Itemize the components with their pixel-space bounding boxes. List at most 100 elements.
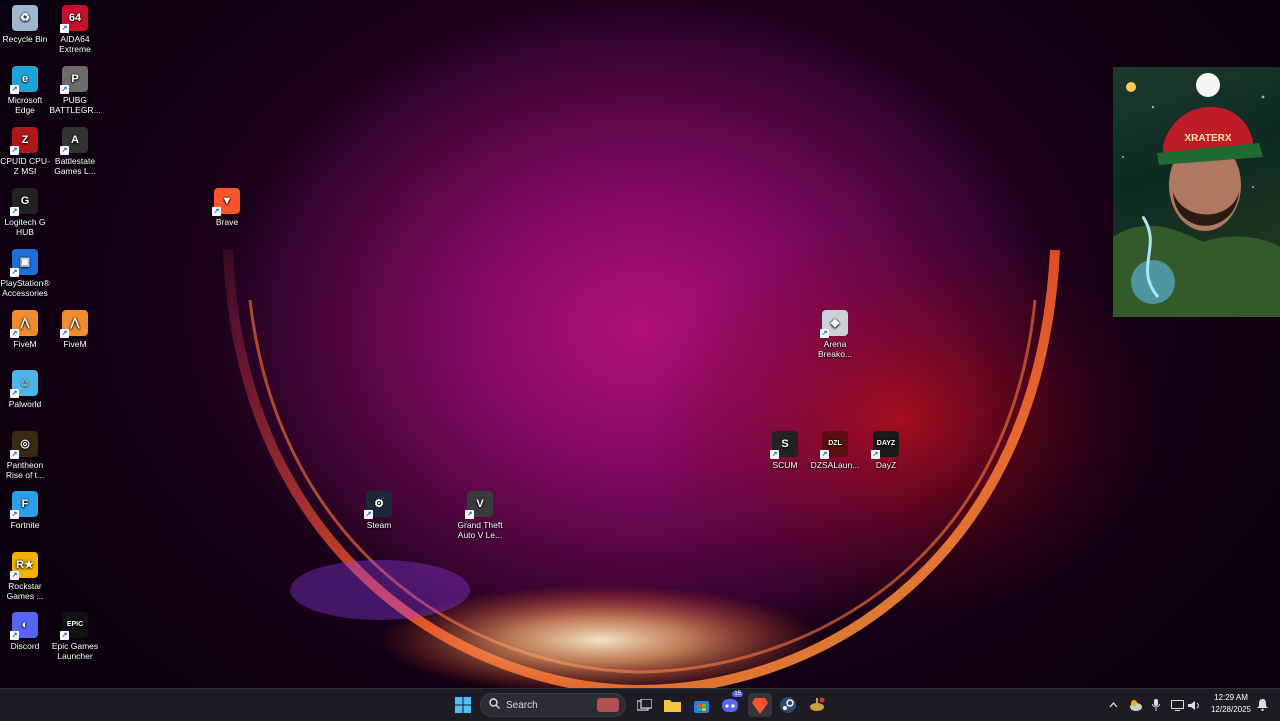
clock[interactable]: 12:29 AM 12/28/2025 [1206, 692, 1256, 716]
desktop-icon-label: SCUM [772, 460, 798, 470]
desktop-icon[interactable]: A ↗ Battlestate Games L... [48, 127, 102, 176]
search-box[interactable]: Search [480, 693, 626, 717]
shortcut-arrow-icon: ↗ [820, 450, 829, 459]
desktop-icon[interactable]: P ↗ PUBG BATTLEGR... [48, 66, 102, 115]
dayz-icon: DAYZ ↗ [871, 431, 899, 459]
desktop-icon-label: Arena Breako... [817, 339, 853, 359]
search-highlight-icon [597, 698, 619, 712]
desktop-icon[interactable]: ⚙ ↗ Steam [352, 491, 406, 530]
desktop-icon-label: Steam [366, 520, 392, 530]
cap-text: XRATERX [1184, 133, 1231, 144]
logitech-icon: G ↗ [10, 188, 38, 216]
microphone-icon[interactable] [1149, 693, 1163, 717]
shortcut-arrow-icon: ↗ [364, 510, 373, 519]
desktop-icon[interactable]: ⋀ ↗ FiveM [0, 310, 52, 349]
shortcut-arrow-icon: ↗ [10, 450, 19, 459]
desktop-icon[interactable]: G ↗ Logitech G HUB [0, 188, 52, 237]
desktop-icon[interactable]: ▣ ↗ PlayStation® Accessories [0, 249, 52, 298]
recycle-bin-icon: ♻ [12, 5, 38, 31]
desktop-icon[interactable]: V ↗ Grand Theft Auto V Le... [453, 491, 507, 540]
desktop-icon[interactable]: Z ↗ CPUID CPU-Z MSI [0, 127, 52, 176]
desktop-icon[interactable]: ◐ ↗ Discord [0, 612, 52, 651]
desktop-icon-label: Pantheon Rise of t... [5, 460, 45, 480]
desktop-icon[interactable]: ▼ ↗ Brave [200, 188, 254, 227]
discord-taskbar-icon[interactable]: 15 [719, 691, 743, 717]
steam-taskbar-icon[interactable] [777, 693, 799, 717]
battlestate-icon: A ↗ [60, 127, 88, 155]
desktop-icon-label: Rockstar Games ... [6, 581, 44, 601]
notification-badge: 15 [732, 691, 743, 697]
shortcut-arrow-icon: ↗ [10, 85, 19, 94]
arena-breakout-icon: ◆ ↗ [820, 310, 848, 338]
desktop-icon-label: Logitech G HUB [4, 217, 46, 237]
fortnite-icon: F ↗ [10, 491, 38, 519]
pantheon-icon: ◎ ↗ [10, 431, 38, 459]
task-view-icon[interactable] [633, 693, 655, 717]
shortcut-arrow-icon: ↗ [60, 631, 69, 640]
pubg-icon: P ↗ [60, 66, 88, 94]
shortcut-arrow-icon: ↗ [10, 146, 19, 155]
chevron-up-icon[interactable] [1106, 693, 1120, 717]
fivem-icon: ⋀ ↗ [10, 310, 38, 338]
aida64-icon: 64 ↗ [60, 5, 88, 33]
shortcut-arrow-icon: ↗ [871, 450, 880, 459]
desktop-icon[interactable]: S ↗ SCUM [758, 431, 812, 470]
desktop-icon[interactable]: ♻ Recycle Bin [0, 5, 52, 44]
volume-icon[interactable] [1186, 693, 1202, 717]
desktop-icon-label: DZSALaun... [810, 460, 860, 470]
desktop-icon[interactable]: ☺ ↗ Palworld [0, 370, 52, 409]
dzsa-launcher-icon: DZL ↗ [820, 431, 848, 459]
desktop-icon[interactable]: e ↗ Microsoft Edge [0, 66, 52, 115]
playstation-icon: ▣ ↗ [10, 249, 38, 277]
desktop-icon-label: DayZ [875, 460, 897, 470]
weather-icon[interactable] [1127, 693, 1143, 717]
desktop-icon[interactable]: DAYZ ↗ DayZ [859, 431, 913, 470]
discord-icon: ◐ ↗ [10, 612, 38, 640]
desktop-icon-label: Discord [10, 641, 40, 651]
desktop-icon[interactable]: ◎ ↗ Pantheon Rise of t... [0, 431, 52, 480]
desktop-icon-label: AIDA64 Extreme [59, 34, 91, 54]
desktop-icon[interactable]: ◆ ↗ Arena Breako... [808, 310, 862, 359]
start-icon[interactable] [452, 693, 474, 717]
shortcut-arrow-icon: ↗ [212, 207, 221, 216]
microsoft-store-icon[interactable] [690, 693, 712, 717]
shortcut-arrow-icon: ↗ [10, 510, 19, 519]
desktop-icon-label: Brave [215, 217, 239, 227]
scum-icon: S ↗ [770, 431, 798, 459]
wallpaper-bloom [223, 220, 1160, 688]
shortcut-arrow-icon: ↗ [10, 329, 19, 338]
desktop-icon-label: Fortnite [10, 520, 40, 530]
desktop-icon[interactable]: ⋀ ↗ FiveM [48, 310, 102, 349]
desktop-icon[interactable]: DZL ↗ DZSALaun... [808, 431, 862, 470]
steam-icon: ⚙ ↗ [364, 491, 392, 519]
game-taskbar-icon[interactable] [806, 693, 828, 717]
shortcut-arrow-icon: ↗ [60, 146, 69, 155]
desktop-icon[interactable]: 64 ↗ AIDA64 Extreme [48, 5, 102, 54]
desktop-icon-label: CPUID CPU-Z MSI [0, 156, 50, 176]
avatar-widget[interactable]: XRATERX [1113, 67, 1280, 317]
shortcut-arrow-icon: ↗ [60, 85, 69, 94]
file-explorer-icon[interactable] [661, 693, 683, 717]
desktop-icon[interactable]: F ↗ Fortnite [0, 491, 52, 530]
shortcut-arrow-icon: ↗ [10, 268, 19, 277]
desktop-icon-label: Microsoft Edge [7, 95, 43, 115]
desktop-icon[interactable]: EPIC ↗ Epic Games Launcher [48, 612, 102, 661]
shortcut-arrow-icon: ↗ [10, 631, 19, 640]
desktop-icon[interactable]: R★ ↗ Rockstar Games ... [0, 552, 52, 601]
desktop-icon-label: PlayStation® Accessories [0, 278, 50, 298]
desktop-icon-label: Palworld [8, 399, 42, 409]
shortcut-arrow-icon: ↗ [60, 329, 69, 338]
network-icon[interactable] [1169, 693, 1185, 717]
desktop-icon-label: FiveM [13, 339, 37, 349]
epic-games-icon: EPIC ↗ [60, 612, 88, 640]
desktop-icon-label: Epic Games Launcher [51, 641, 99, 661]
notification-bell-icon[interactable] [1254, 693, 1270, 717]
shortcut-arrow-icon: ↗ [820, 329, 829, 338]
search-icon [489, 698, 500, 712]
taskbar: Search 15 12:29 AM 12/28/2025 [0, 688, 1280, 721]
palworld-icon: ☺ ↗ [10, 370, 38, 398]
brave-taskbar-icon[interactable] [748, 693, 772, 717]
clock-date: 12/28/2025 [1210, 705, 1252, 714]
desktop[interactable]: ♻ Recycle Bin 64 ↗ AIDA64 Extreme e ↗ Microsoft… [0, 0, 1280, 688]
shortcut-arrow-icon: ↗ [10, 389, 19, 398]
